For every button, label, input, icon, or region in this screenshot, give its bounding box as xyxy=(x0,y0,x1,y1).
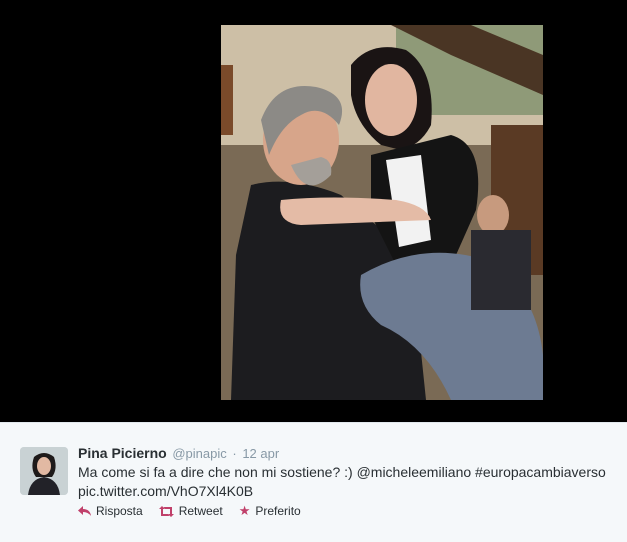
tweet-photo[interactable] xyxy=(221,25,543,400)
tweet-text: Ma come si fa a dire che non mi sostiene… xyxy=(78,463,618,501)
favorite-label: Preferito xyxy=(255,504,301,518)
avatar[interactable] xyxy=(20,447,68,495)
reply-icon xyxy=(78,505,91,516)
retweet-button[interactable]: Retweet xyxy=(158,504,223,518)
tweet-card: Pina Picierno @pinapic · 12 apr Ma come … xyxy=(0,422,627,542)
author-fullname[interactable]: Pina Picierno xyxy=(78,445,167,461)
photo-illustration xyxy=(221,25,543,400)
retweet-icon xyxy=(158,505,174,517)
author-username[interactable]: @pinapic xyxy=(172,446,226,461)
tweet-media-link[interactable]: pic.twitter.com/VhO7Xl4K0B xyxy=(78,482,618,501)
avatar-image xyxy=(20,447,68,495)
retweet-label: Retweet xyxy=(178,504,223,518)
reply-button[interactable]: Risposta xyxy=(78,504,143,518)
tweet-timestamp[interactable]: 12 apr xyxy=(242,446,279,461)
favorite-button[interactable]: ★ Preferito xyxy=(238,503,301,519)
tweet-header: Pina Picierno @pinapic · 12 apr xyxy=(78,444,279,463)
reply-label: Risposta xyxy=(96,504,143,518)
media-viewer xyxy=(0,0,627,422)
tweet-text-line: Ma come si fa a dire che non mi sostiene… xyxy=(78,464,606,480)
tweet-actions: Risposta Retweet ★ Preferito xyxy=(78,504,317,518)
star-icon: ★ xyxy=(238,503,251,518)
header-separator: · xyxy=(232,446,237,461)
